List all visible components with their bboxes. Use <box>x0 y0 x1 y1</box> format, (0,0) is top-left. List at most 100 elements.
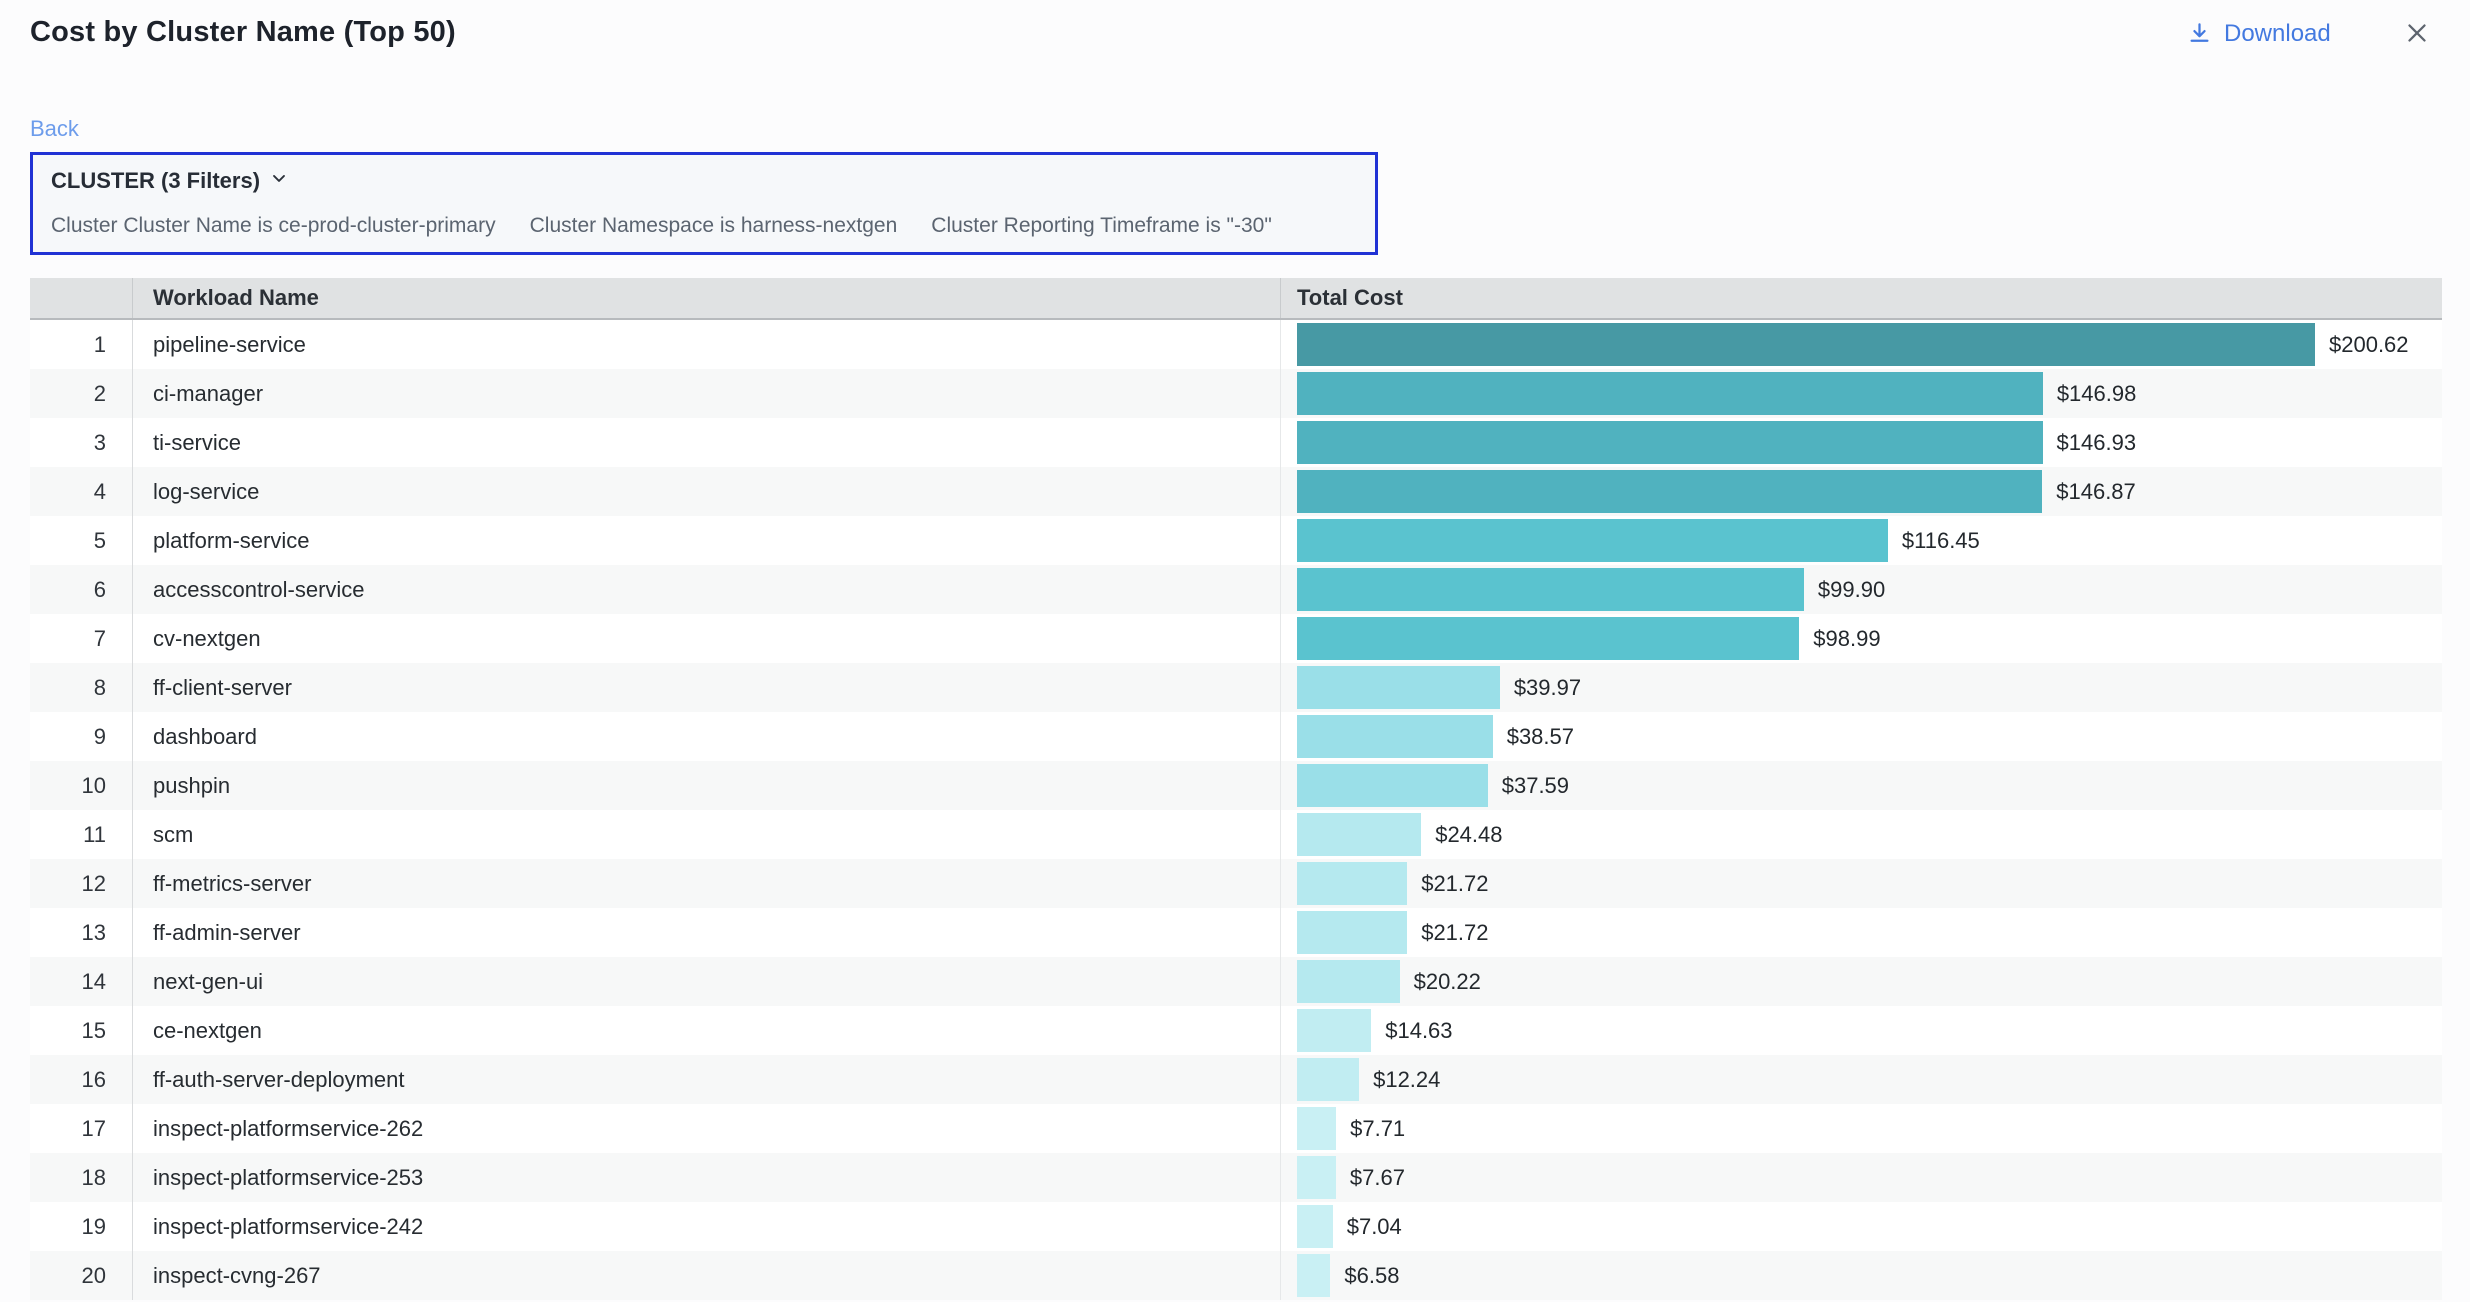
cost-value-label: $20.22 <box>1414 969 1481 995</box>
cost-value-label: $21.72 <box>1421 871 1488 897</box>
row-rank: 18 <box>30 1153 133 1202</box>
cost-value-label: $98.99 <box>1813 626 1880 652</box>
workload-name: inspect-platformservice-253 <box>133 1153 1281 1202</box>
filter-summary-label: CLUSTER (3 Filters) <box>51 168 260 194</box>
workload-name: pipeline-service <box>133 320 1281 369</box>
table-row: 4 log-service $146.87 <box>30 467 2442 516</box>
table-row: 3 ti-service $146.93 <box>30 418 2442 467</box>
filter-conditions: Cluster Cluster Name is ce-prod-cluster-… <box>51 214 1357 238</box>
filter-panel: CLUSTER (3 Filters) Cluster Cluster Name… <box>30 152 1378 255</box>
cost-bar <box>1297 519 1888 562</box>
cost-value-label: $24.48 <box>1435 822 1502 848</box>
cost-bar <box>1297 1107 1336 1150</box>
row-rank: 13 <box>30 908 133 957</box>
row-rank: 3 <box>30 418 133 467</box>
cost-bar <box>1297 1058 1359 1101</box>
cost-value-label: $6.58 <box>1344 1263 1399 1289</box>
cost-bar <box>1297 960 1400 1003</box>
total-cost-cell: $99.90 <box>1281 565 2442 614</box>
cost-value-label: $12.24 <box>1373 1067 1440 1093</box>
cost-bar <box>1297 715 1493 758</box>
workload-name: dashboard <box>133 712 1281 761</box>
table-row: 10 pushpin $37.59 <box>30 761 2442 810</box>
cost-value-label: $14.63 <box>1385 1018 1452 1044</box>
row-rank: 9 <box>30 712 133 761</box>
workload-name: pushpin <box>133 761 1281 810</box>
total-cost-cell: $12.24 <box>1281 1055 2442 1104</box>
cost-value-label: $38.57 <box>1507 724 1574 750</box>
cost-value-label: $146.87 <box>2056 479 2136 505</box>
total-cost-cell: $20.22 <box>1281 957 2442 1006</box>
total-cost-cell: $146.87 <box>1281 467 2442 516</box>
row-rank: 10 <box>30 761 133 810</box>
back-link[interactable]: Back <box>30 116 79 142</box>
total-cost-cell: $7.04 <box>1281 1202 2442 1251</box>
row-rank: 6 <box>30 565 133 614</box>
row-rank: 12 <box>30 859 133 908</box>
table-row: 15 ce-nextgen $14.63 <box>30 1006 2442 1055</box>
close-icon <box>2402 18 2432 53</box>
total-cost-cell: $7.67 <box>1281 1153 2442 1202</box>
workload-name: scm <box>133 810 1281 859</box>
cost-bar <box>1297 421 2043 464</box>
cost-bar <box>1297 568 1804 611</box>
row-rank: 15 <box>30 1006 133 1055</box>
row-rank: 14 <box>30 957 133 1006</box>
chevron-down-icon <box>269 168 289 194</box>
workload-name-column-header: Workload Name <box>133 278 1281 318</box>
cost-bar <box>1297 1156 1336 1199</box>
total-cost-cell: $37.59 <box>1281 761 2442 810</box>
table-row: 13 ff-admin-server $21.72 <box>30 908 2442 957</box>
cost-value-label: $21.72 <box>1421 920 1488 946</box>
cost-bar <box>1297 617 1799 660</box>
total-cost-cell: $7.71 <box>1281 1104 2442 1153</box>
download-button[interactable]: Download <box>2186 20 2331 48</box>
total-cost-cell: $6.58 <box>1281 1251 2442 1300</box>
workload-name: ff-admin-server <box>133 908 1281 957</box>
row-rank: 1 <box>30 320 133 369</box>
workload-name: next-gen-ui <box>133 957 1281 1006</box>
workload-name: platform-service <box>133 516 1281 565</box>
row-rank: 16 <box>30 1055 133 1104</box>
row-rank: 19 <box>30 1202 133 1251</box>
filter-summary-toggle[interactable]: CLUSTER (3 Filters) <box>51 168 289 194</box>
close-button[interactable] <box>2398 16 2436 54</box>
workload-name: ff-auth-server-deployment <box>133 1055 1281 1104</box>
download-label: Download <box>2224 20 2331 48</box>
total-cost-cell: $146.98 <box>1281 369 2442 418</box>
workload-name: inspect-cvng-267 <box>133 1251 1281 1300</box>
total-cost-cell: $38.57 <box>1281 712 2442 761</box>
table-row: 16 ff-auth-server-deployment $12.24 <box>30 1055 2442 1104</box>
row-rank: 20 <box>30 1251 133 1300</box>
row-rank: 11 <box>30 810 133 859</box>
cost-table: Workload Name Total Cost 1 pipeline-serv… <box>30 278 2442 1300</box>
cost-value-label: $39.97 <box>1514 675 1581 701</box>
table-row: 2 ci-manager $146.98 <box>30 369 2442 418</box>
total-cost-cell: $116.45 <box>1281 516 2442 565</box>
cost-value-label: $7.04 <box>1347 1214 1402 1240</box>
total-cost-cell: $200.62 <box>1281 320 2442 369</box>
cost-bar <box>1297 764 1488 807</box>
table-row: 12 ff-metrics-server $21.72 <box>30 859 2442 908</box>
total-cost-cell: $21.72 <box>1281 859 2442 908</box>
rank-column-header <box>30 278 133 318</box>
table-row: 1 pipeline-service $200.62 <box>30 320 2442 369</box>
cost-bar <box>1297 323 2315 366</box>
cost-value-label: $116.45 <box>1902 528 1980 554</box>
total-cost-cell: $14.63 <box>1281 1006 2442 1055</box>
row-rank: 2 <box>30 369 133 418</box>
cost-value-label: $200.62 <box>2329 332 2409 358</box>
table-row: 14 next-gen-ui $20.22 <box>30 957 2442 1006</box>
cost-bar <box>1297 372 2043 415</box>
workload-name: log-service <box>133 467 1281 516</box>
cost-value-label: $7.71 <box>1350 1116 1405 1142</box>
row-rank: 4 <box>30 467 133 516</box>
workload-name: ti-service <box>133 418 1281 467</box>
cost-bar <box>1297 666 1500 709</box>
total-cost-cell: $24.48 <box>1281 810 2442 859</box>
row-rank: 7 <box>30 614 133 663</box>
cost-bar <box>1297 1254 1330 1297</box>
table-row: 20 inspect-cvng-267 $6.58 <box>30 1251 2442 1300</box>
cost-value-label: $37.59 <box>1502 773 1569 799</box>
cost-value-label: $99.90 <box>1818 577 1885 603</box>
